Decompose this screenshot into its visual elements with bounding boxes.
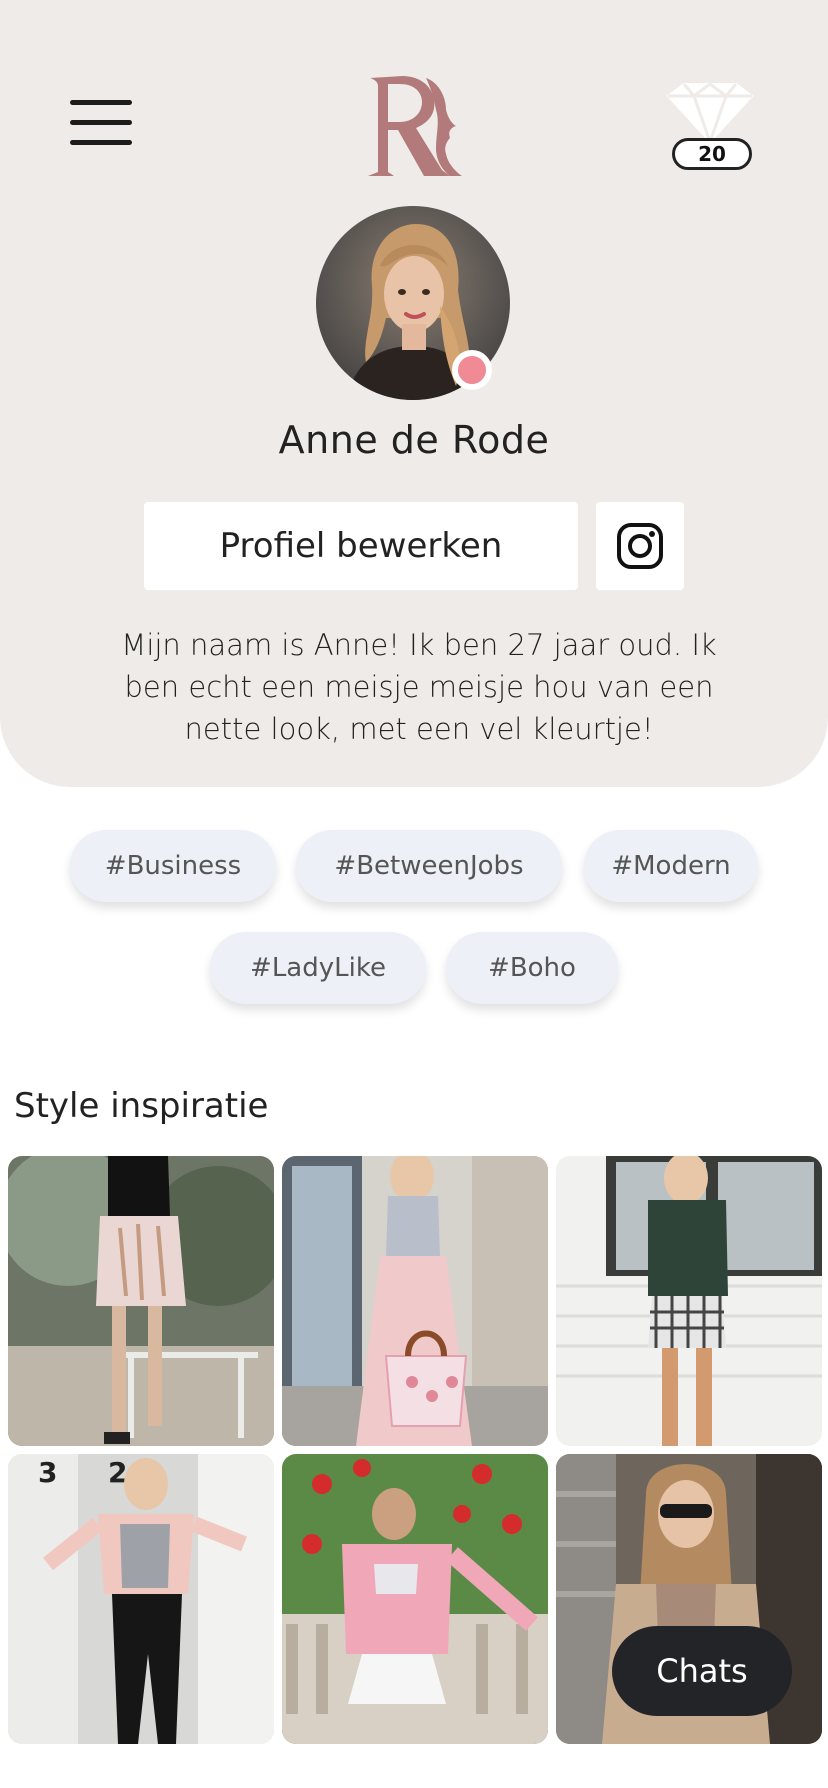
gem-balance[interactable]: 20 — [662, 80, 758, 172]
edit-profile-button[interactable]: Profiel bewerken — [144, 502, 578, 590]
profile-name: Anne de Rode — [278, 418, 550, 462]
inspiration-image[interactable] — [282, 1156, 548, 1446]
profile-bio: Mijn naam is Anne! Ik ben 27 jaar oud. I… — [121, 628, 717, 746]
hamburger-menu-icon[interactable] — [70, 98, 132, 148]
instagram-icon — [617, 523, 663, 569]
gem-count: 20 — [672, 138, 752, 170]
inspiration-image[interactable] — [282, 1454, 548, 1744]
tag-business[interactable]: #Business — [70, 830, 276, 902]
svg-text:3: 3 — [38, 1456, 57, 1489]
status-dot — [452, 350, 492, 390]
tag-ladylike[interactable]: #LadyLike — [210, 932, 426, 1004]
inspiration-image[interactable]: 3 2 — [8, 1454, 274, 1744]
chats-button[interactable]: Chats — [612, 1626, 792, 1716]
inspiration-image[interactable] — [556, 1156, 822, 1446]
tag-modern[interactable]: #Modern — [584, 830, 758, 902]
instagram-button[interactable] — [596, 502, 684, 590]
brand-logo — [368, 76, 462, 176]
tag-boho[interactable]: #Boho — [446, 932, 618, 1004]
tag-betweenjobs[interactable]: #BetweenJobs — [296, 830, 562, 902]
section-title: Style inspiratie — [14, 1086, 269, 1126]
diamond-icon — [666, 82, 754, 146]
inspiration-image[interactable] — [8, 1156, 274, 1446]
profile-header: 20 Anne de Rode Profiel bewerken Mijn na… — [0, 0, 828, 787]
